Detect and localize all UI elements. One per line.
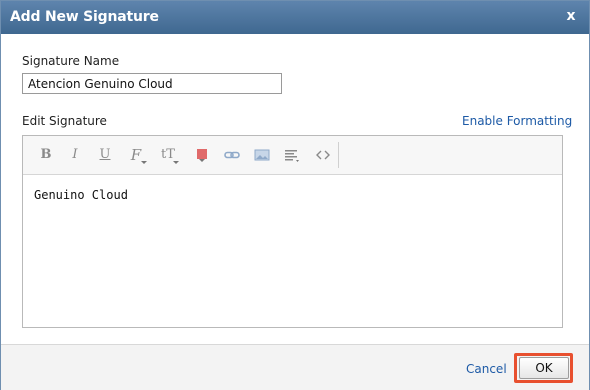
- enable-formatting-link[interactable]: Enable Formatting: [462, 114, 572, 128]
- font-size-caret-icon: [173, 161, 179, 164]
- font-family-icon[interactable]: F: [126, 145, 147, 165]
- ok-button[interactable]: OK: [519, 357, 569, 379]
- signature-editor[interactable]: B I U F tT Genuino Cloud: [22, 135, 563, 328]
- close-icon[interactable]: x: [563, 7, 579, 25]
- text-color-swatch: [197, 149, 207, 162]
- image-icon[interactable]: [252, 145, 272, 165]
- dialog-title: Add New Signature: [10, 9, 159, 25]
- bold-icon[interactable]: B: [36, 145, 56, 165]
- image-glyph: [254, 149, 270, 161]
- align-icon[interactable]: [282, 145, 302, 165]
- font-family-caret-icon: [141, 161, 147, 164]
- edit-signature-label: Edit Signature: [22, 114, 107, 128]
- source-code-glyph: [316, 150, 330, 160]
- text-color-icon[interactable]: [192, 145, 212, 165]
- editor-toolbar: B I U F tT: [23, 136, 562, 175]
- dialog-title-bar: Add New Signature x: [1, 1, 589, 34]
- font-size-glyph: tT: [161, 147, 175, 162]
- link-icon[interactable]: [222, 145, 242, 165]
- cancel-link[interactable]: Cancel: [466, 362, 507, 376]
- toolbar-divider: [338, 142, 339, 168]
- signature-content[interactable]: Genuino Cloud: [34, 188, 128, 202]
- signature-name-label: Signature Name: [22, 54, 120, 68]
- align-glyph: [285, 150, 299, 162]
- font-family-glyph: F: [130, 146, 142, 164]
- italic-icon[interactable]: I: [65, 145, 85, 165]
- source-code-icon[interactable]: [313, 145, 333, 165]
- signature-name-input[interactable]: [22, 73, 282, 94]
- font-size-icon[interactable]: tT: [158, 145, 179, 165]
- link-glyph: [224, 151, 240, 159]
- underline-icon[interactable]: U: [95, 145, 115, 165]
- add-signature-dialog: Add New Signature x Signature Name Edit …: [0, 0, 590, 390]
